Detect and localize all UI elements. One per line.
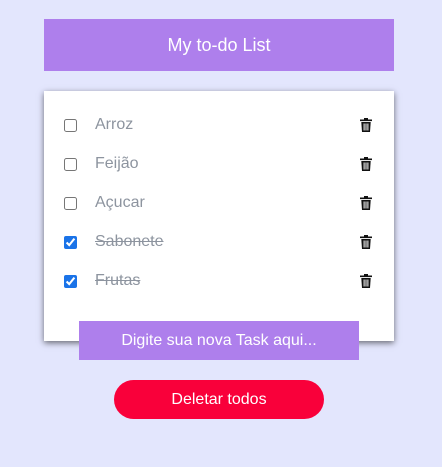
task-checkbox[interactable]: [64, 235, 77, 249]
list-item: Sabonete: [44, 227, 394, 257]
task-label: Feijão: [95, 155, 139, 172]
task-checkbox[interactable]: [64, 118, 77, 132]
delete-all-button[interactable]: Deletar todos: [114, 380, 324, 419]
trash-icon[interactable]: [359, 117, 373, 133]
trash-icon[interactable]: [359, 156, 373, 172]
task-label: Açucar: [95, 194, 145, 211]
list-item: Arroz: [44, 110, 394, 140]
task-label: Frutas: [95, 272, 141, 289]
new-task-field-container: [79, 321, 359, 360]
task-checkbox[interactable]: [64, 157, 77, 171]
list-item: Feijão: [44, 149, 394, 179]
task-list: Arroz Feijão Açucar Sabonete Frutas: [44, 91, 394, 341]
trash-icon[interactable]: [359, 234, 373, 250]
page-title: My to-do List: [167, 34, 271, 55]
list-item: Frutas: [44, 266, 394, 296]
trash-icon[interactable]: [359, 273, 373, 289]
task-label: Arroz: [95, 116, 134, 133]
app-header: My to-do List: [44, 19, 394, 71]
trash-icon[interactable]: [359, 195, 373, 211]
task-checkbox[interactable]: [64, 274, 77, 288]
task-label: Sabonete: [95, 233, 164, 250]
new-task-input[interactable]: [79, 321, 359, 360]
list-item: Açucar: [44, 188, 394, 218]
task-checkbox[interactable]: [64, 196, 77, 210]
